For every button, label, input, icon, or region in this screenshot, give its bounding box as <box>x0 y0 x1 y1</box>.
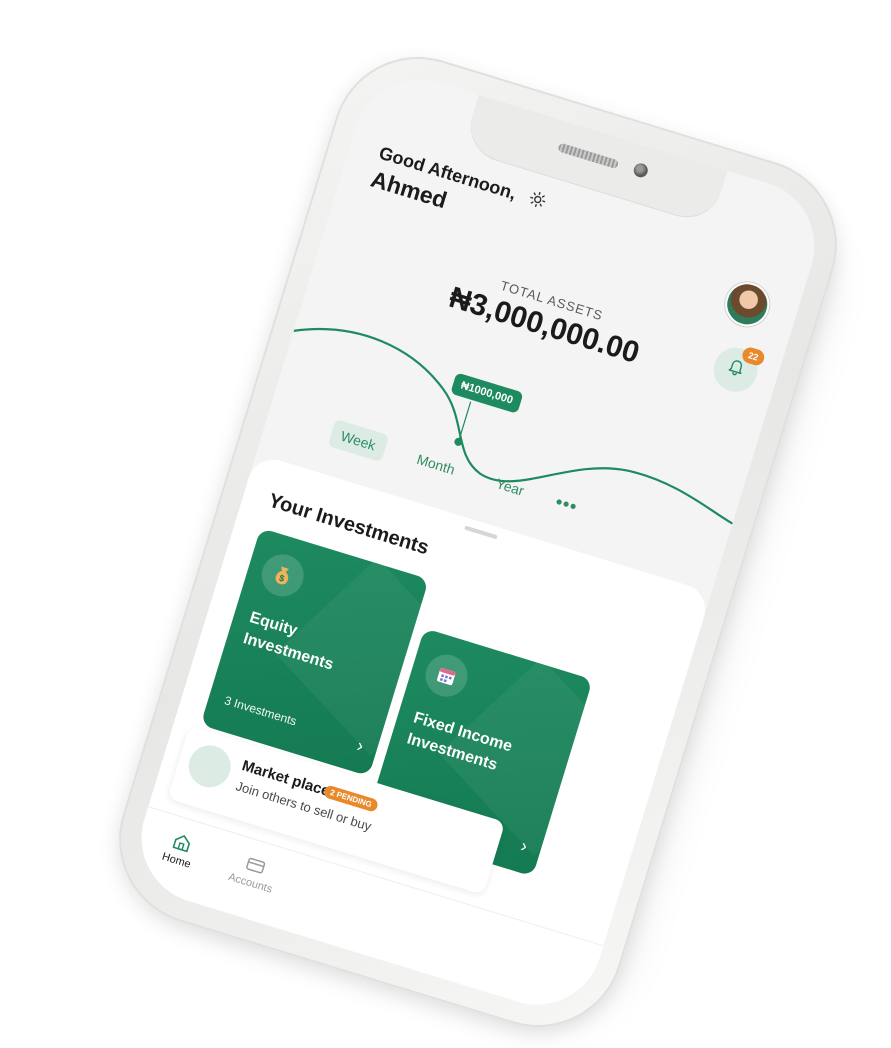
equity-card-count: 3 Investments <box>222 693 299 729</box>
phone-screen: Good Afternoon, Ahmed 22 TOTAL ASSETS ₦3… <box>125 63 831 1021</box>
storefront-icon <box>183 740 236 793</box>
avatar[interactable] <box>719 276 775 332</box>
tab-home[interactable]: Home <box>152 815 203 898</box>
speaker-grille <box>557 142 620 170</box>
fixed-income-card-title: Fixed Income Investments <box>404 709 515 774</box>
calendar-icon <box>420 649 473 702</box>
chevron-right-icon: › <box>518 835 530 857</box>
front-camera <box>632 161 650 180</box>
chevron-right-icon: › <box>354 735 367 756</box>
phone-frame: Good Afternoon, Ahmed 22 TOTAL ASSETS ₦3… <box>97 35 859 1048</box>
drag-handle[interactable] <box>464 525 498 540</box>
tooltip-stem <box>457 401 472 443</box>
money-bag-icon: $ <box>256 549 309 602</box>
tab-accounts[interactable]: Accounts <box>218 836 284 924</box>
investments-panel: Your Investments $ Equity Investments 3 … <box>125 453 712 1021</box>
equity-card-title: Equity Investments <box>241 609 336 674</box>
sun-icon <box>526 190 547 215</box>
